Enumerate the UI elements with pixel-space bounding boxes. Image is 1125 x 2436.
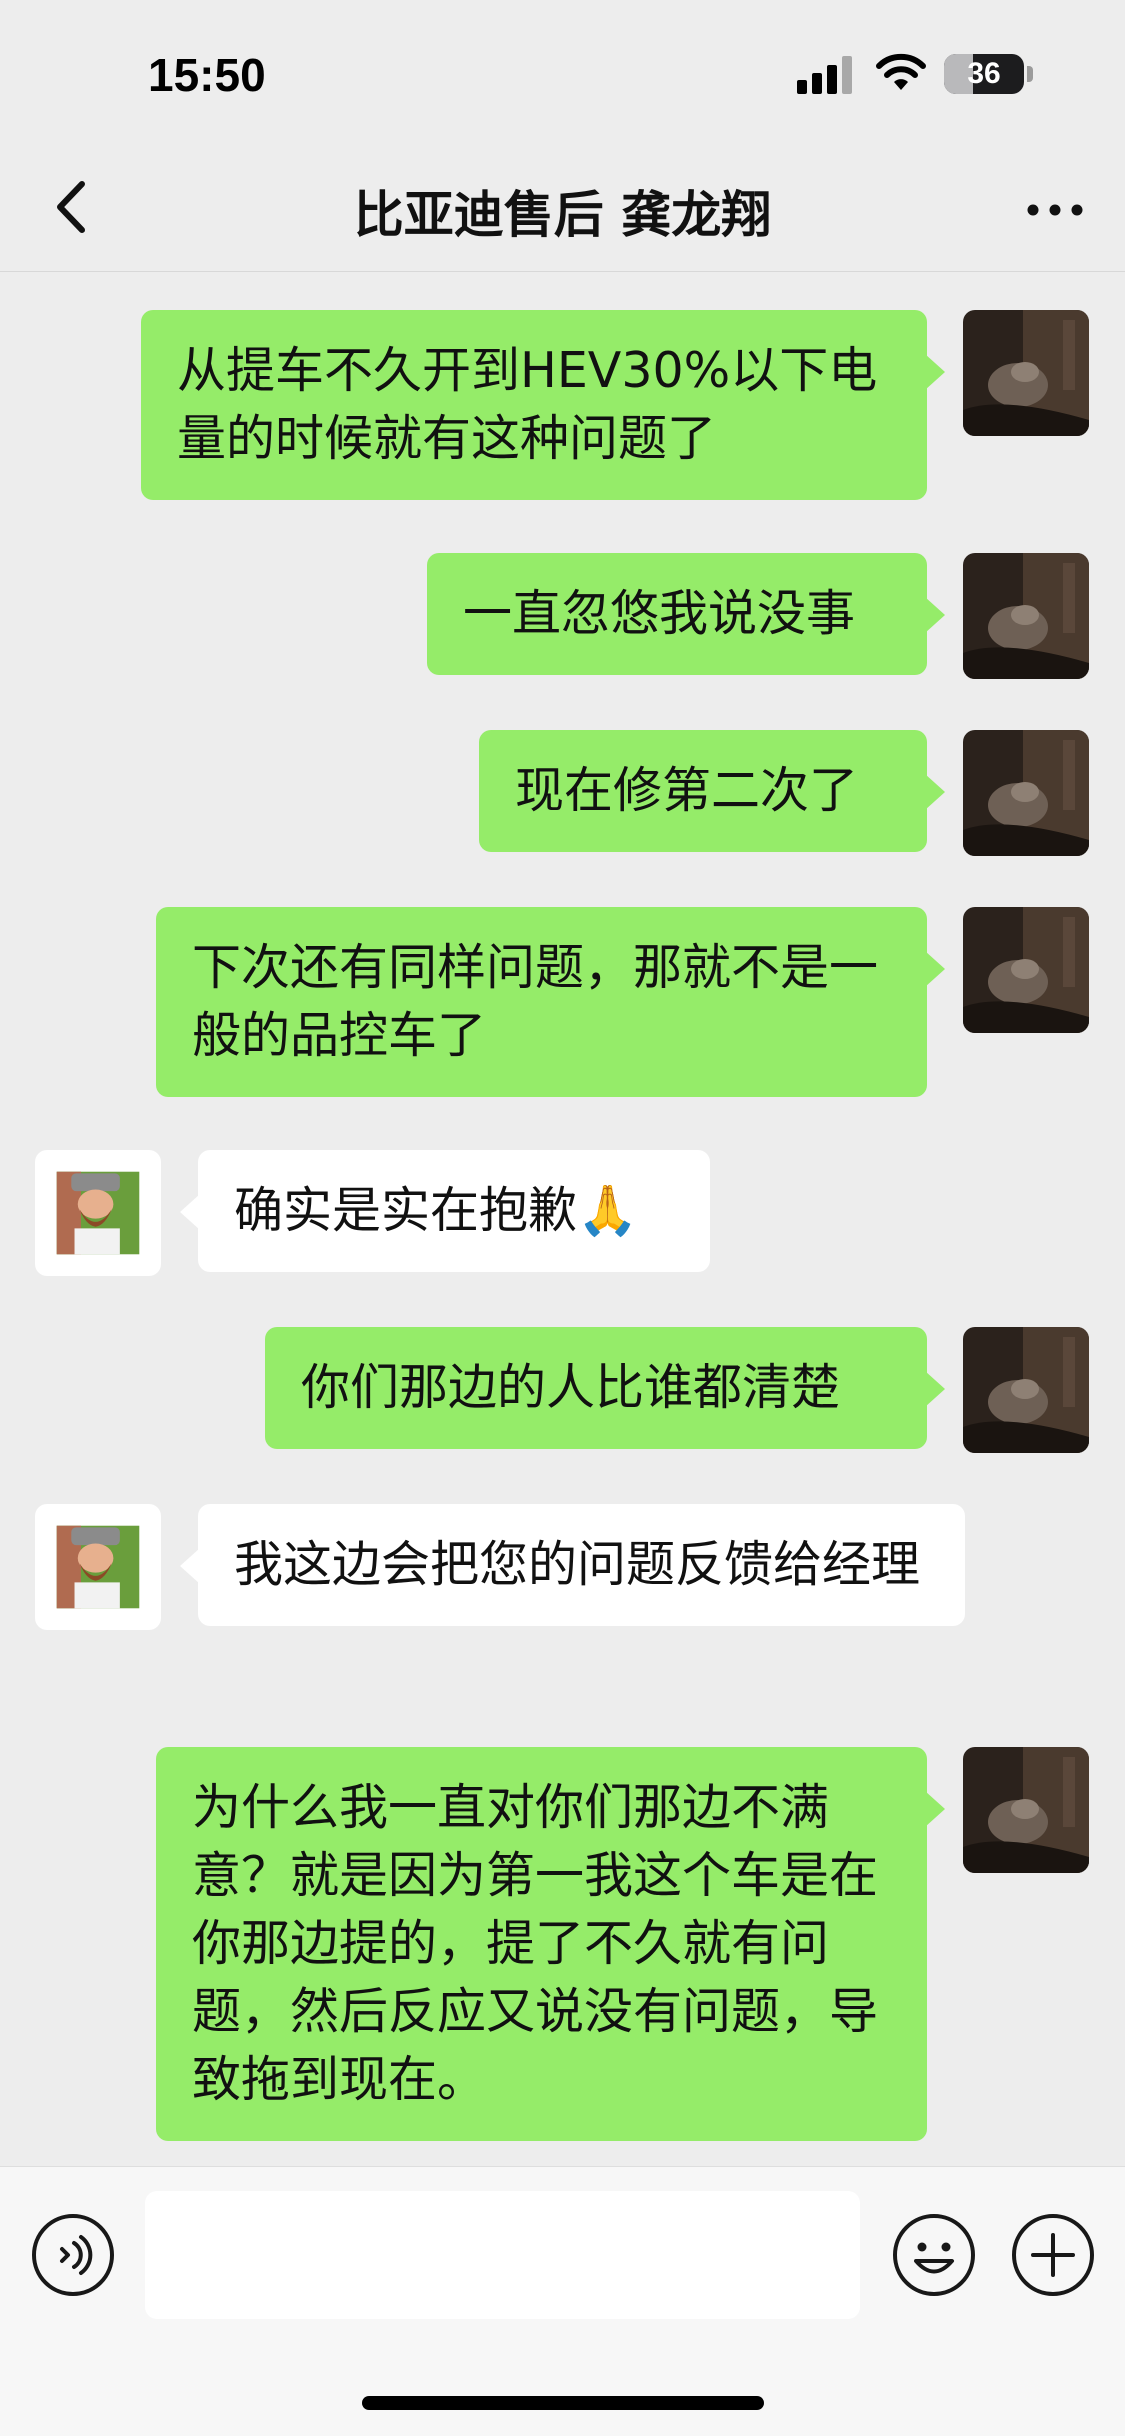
my-avatar[interactable]: [963, 553, 1089, 679]
emoji-button[interactable]: [891, 2212, 977, 2298]
contact-avatar[interactable]: [35, 1504, 161, 1630]
more-options-icon[interactable]: [1015, 180, 1095, 240]
my-avatar[interactable]: [963, 1327, 1089, 1453]
message-bubble[interactable]: 下次还有同样问题，那就不是一般的品控车了: [156, 907, 945, 1097]
message-bubble[interactable]: 为什么我一直对你们那边不满意？就是因为第一我这个车是在你那边提的，提了不久就有问…: [156, 1747, 945, 2141]
my-avatar[interactable]: [963, 1747, 1089, 1873]
cellular-signal-icon: [797, 56, 857, 94]
message-bubble[interactable]: 确实是实在抱歉🙏: [180, 1150, 710, 1272]
message-bubble[interactable]: 一直忽悠我说没事: [427, 553, 945, 675]
message-bubble[interactable]: 从提车不久开到HEV30%以下电量的时候就有这种问题了: [141, 310, 945, 500]
my-avatar[interactable]: [963, 730, 1089, 856]
battery-level: 36: [967, 57, 1001, 90]
my-avatar[interactable]: [963, 310, 1089, 436]
voice-input-button[interactable]: [30, 2212, 116, 2298]
message-bubble[interactable]: 你们那边的人比谁都清楚: [265, 1327, 945, 1449]
more-functions-button[interactable]: [1010, 2212, 1096, 2298]
battery-cap: [1027, 66, 1033, 82]
status-time: 15:50: [148, 49, 266, 101]
wifi-icon: [876, 53, 926, 90]
message-input[interactable]: [145, 2191, 860, 2319]
battery-icon: 36: [944, 54, 1024, 94]
my-avatar[interactable]: [963, 907, 1089, 1033]
status-bar: 15:50 36: [0, 0, 1125, 150]
home-indicator: [362, 2396, 764, 2410]
chat-title: 比亚迪售后 龚龙翔: [353, 186, 772, 244]
contact-avatar[interactable]: [35, 1150, 161, 1276]
chat-header: 比亚迪售后 龚龙翔: [0, 150, 1125, 272]
message-bubble[interactable]: 现在修第二次了: [479, 730, 945, 852]
back-button[interactable]: [40, 172, 110, 242]
message-bubble[interactable]: 我这边会把您的问题反馈给经理: [180, 1504, 965, 1626]
